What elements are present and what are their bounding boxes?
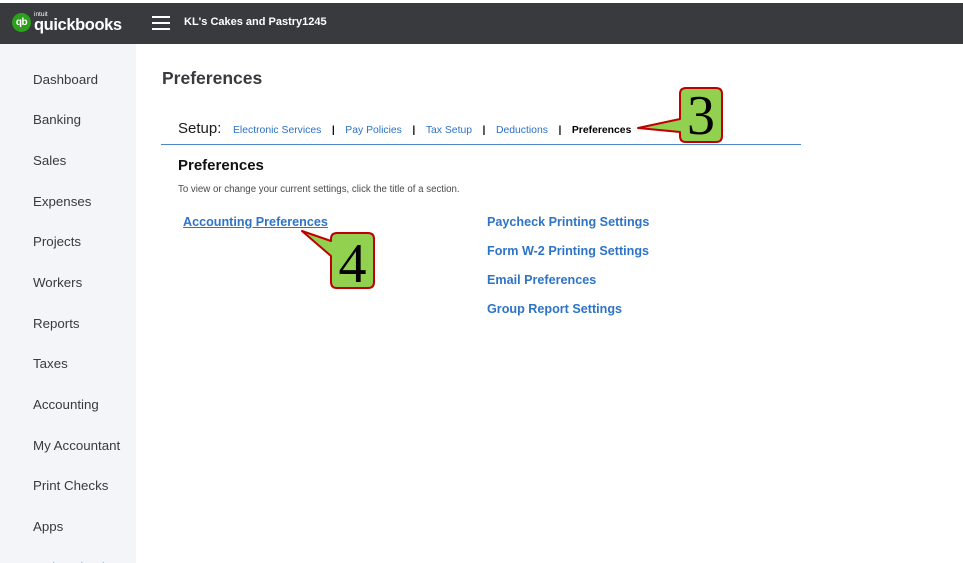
nav-item-reports[interactable]: Reports [0,304,136,345]
setup-separator: | [412,125,416,136]
nav-item-apps[interactable]: Apps [0,507,136,548]
instructions-text: To view or change your current settings,… [178,184,460,195]
nav-item-banking[interactable]: Banking [0,100,136,141]
left-navigation: Dashboard Banking Sales Expenses Project… [0,44,136,563]
nav-item-taxes[interactable]: Taxes [0,344,136,385]
setup-link-pay-policies[interactable]: Pay Policies [345,124,402,138]
step-callout-4-number: 4 [339,233,367,295]
setup-link-preferences-current[interactable]: Preferences [572,124,632,138]
step-callout-4: 4 [301,230,375,295]
hamburger-menu-icon[interactable] [152,16,170,30]
nav-item-my-accountant[interactable]: My Accountant [0,426,136,467]
nav-item-expenses[interactable]: Expenses [0,182,136,223]
setup-separator: | [331,125,335,136]
brand-name: quickbooks [34,16,122,34]
nav-item-projects[interactable]: Projects [0,222,136,263]
top-bar: qb intuit quickbooks KL's Cakes and Past… [0,3,963,44]
nav-item-accounting[interactable]: Accounting [0,385,136,426]
nav-item-order-checks[interactable]: Order Checks [0,548,136,563]
paycheck-printing-settings-link[interactable]: Paycheck Printing Settings [487,215,649,230]
setup-link-deductions[interactable]: Deductions [496,124,548,138]
email-preferences-link[interactable]: Email Preferences [487,273,596,288]
quickbooks-logo[interactable]: qb intuit quickbooks [0,3,130,44]
setup-link-electronic-services[interactable]: Electronic Services [233,124,321,138]
form-w2-printing-settings-link[interactable]: Form W-2 Printing Settings [487,244,649,259]
step-callout-3: 3 [637,85,723,147]
nav-item-print-checks[interactable]: Print Checks [0,466,136,507]
quickbooks-logo-icon: qb [12,13,31,32]
group-report-settings-link[interactable]: Group Report Settings [487,302,622,317]
step-callout-3-number: 3 [687,85,715,147]
setup-nav: Electronic Services | Pay Policies | Tax… [233,124,631,138]
logo-mark-text: qb [15,17,28,28]
section-title: Preferences [178,157,264,174]
setup-separator: | [558,125,562,136]
setup-label: Setup: [178,120,222,137]
page-title: Preferences [162,68,263,88]
setup-link-tax-setup[interactable]: Tax Setup [426,124,472,138]
company-name: KL's Cakes and Pastry1245 [184,16,327,28]
nav-item-workers[interactable]: Workers [0,263,136,304]
setup-separator: | [482,125,486,136]
nav-item-dashboard[interactable]: Dashboard [0,60,136,101]
nav-item-sales[interactable]: Sales [0,141,136,182]
